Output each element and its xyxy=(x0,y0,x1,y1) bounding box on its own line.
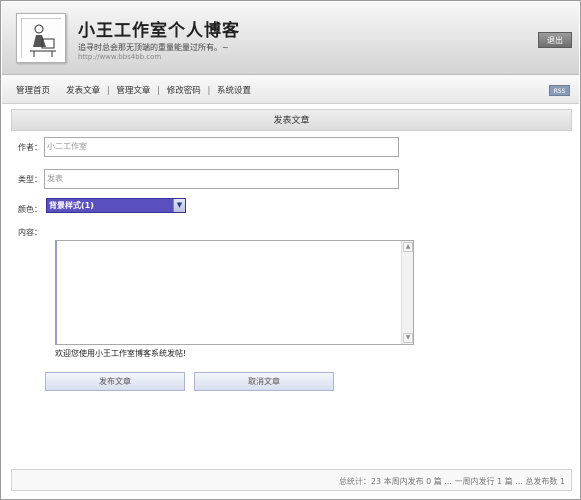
form-hint: 欢迎您使用小王工作室博客系统发帖! xyxy=(55,349,187,358)
cancel-article-button[interactable]: 取消文章 xyxy=(194,372,334,391)
color-label: 颜色： xyxy=(18,205,42,214)
chevron-down-icon[interactable]: ▼ xyxy=(173,199,185,212)
nav-menu: 管理首页 发表文章 | 管理文章 | 修改密码 | 系统设置 xyxy=(16,84,251,96)
nav-separator: | xyxy=(207,86,211,96)
panel-title: 发表文章 xyxy=(11,109,572,131)
site-slogan: 追寻时总会那无顶端的重量能量过所有。~ xyxy=(78,43,229,52)
footer: 总统计：23 本周内发布 0 篇 ... 一周内发行 1 篇 ... 总发布数 … xyxy=(11,469,572,491)
site-header: 小王工作室个人博客 追寻时总会那无顶端的重量能量过所有。~ http://www… xyxy=(2,2,579,75)
content-label: 内容： xyxy=(18,228,42,237)
logo-image xyxy=(21,18,62,59)
nav-separator xyxy=(57,86,60,96)
nav-separator: | xyxy=(106,86,110,96)
page-frame: 小王工作室个人博客 追寻时总会那无顶端的重量能量过所有。~ http://www… xyxy=(0,0,581,500)
main-nav: 管理首页 发表文章 | 管理文章 | 修改密码 | 系统设置 RSS xyxy=(2,75,579,104)
author-input[interactable]: 小二工作室 xyxy=(44,137,399,157)
logout-button[interactable]: 退出 xyxy=(538,32,572,48)
submit-article-button[interactable]: 发布文章 xyxy=(45,372,185,391)
type-label: 类型： xyxy=(18,175,42,184)
scroll-up-icon[interactable]: ▲ xyxy=(403,242,413,252)
color-select-value: 背景样式(1) xyxy=(49,201,94,210)
rss-icon[interactable]: RSS xyxy=(549,85,570,96)
nav-item-change-password[interactable]: 修改密码 xyxy=(167,86,201,96)
footer-stats: 总统计：23 本周内发布 0 篇 ... 一周内发行 1 篇 ... 总发布数 … xyxy=(338,477,565,486)
nav-item-admin-home[interactable]: 管理首页 xyxy=(16,86,50,96)
textarea-scrollbar[interactable]: ▲ ▼ xyxy=(401,241,413,344)
site-url[interactable]: http://www.bbs4bb.com xyxy=(78,53,161,61)
type-input[interactable]: 发表 xyxy=(44,169,399,189)
nav-item-system-settings[interactable]: 系统设置 xyxy=(217,86,251,96)
site-logo xyxy=(16,13,66,63)
color-select[interactable]: 背景样式(1) ▼ xyxy=(46,198,186,213)
scroll-down-icon[interactable]: ▼ xyxy=(403,333,413,343)
content-textarea[interactable]: ▲ ▼ xyxy=(55,240,414,345)
site-title: 小王工作室个人博客 xyxy=(78,21,240,41)
nav-separator: | xyxy=(157,86,161,96)
author-label: 作者： xyxy=(18,143,42,152)
nav-item-manage-articles[interactable]: 管理文章 xyxy=(116,86,150,96)
nav-item-post-article[interactable]: 发表文章 xyxy=(66,86,100,96)
